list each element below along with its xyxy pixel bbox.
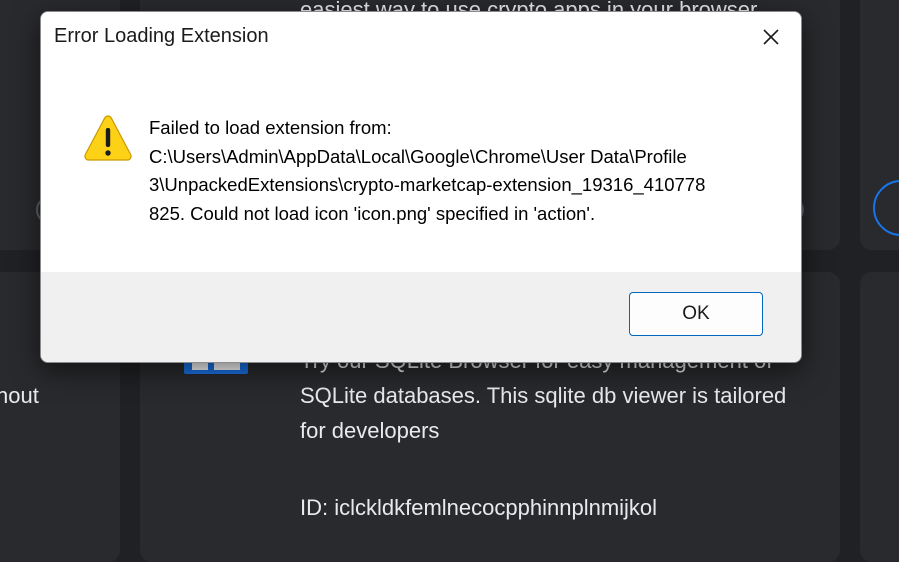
error-message-line: C:\Users\Admin\AppData\Local\Google\Chro… — [149, 145, 687, 167]
error-message-line: 825. Could not load icon 'icon.png' spec… — [149, 202, 596, 224]
extension-description-line: for developers — [300, 418, 440, 443]
dialog-titlebar: Error Loading Extension — [41, 12, 801, 62]
error-dialog: Error Loading Extension Failed to load e… — [40, 11, 802, 363]
error-message: Failed to load extension from: C:\Users\… — [149, 114, 769, 228]
dialog-body: Failed to load extension from: C:\Users\… — [41, 62, 801, 272]
ok-button[interactable]: OK — [629, 292, 763, 336]
extension-card-partial-right-lower — [860, 272, 899, 562]
warning-icon — [84, 115, 132, 161]
close-button[interactable] — [749, 20, 793, 54]
extension-description-line: SQLite databases. This sqlite db viewer … — [300, 383, 787, 408]
dialog-title: Error Loading Extension — [54, 25, 269, 47]
extension-id: ID: iclckldkfemlnecocpphinnplnmijkol — [300, 495, 658, 520]
dialog-footer: OK — [41, 272, 801, 362]
close-icon — [763, 29, 779, 45]
extension-description-fragment: hout — [0, 383, 39, 408]
error-message-line: Failed to load extension from: — [149, 117, 392, 138]
error-message-line: 3\UnpackedExtensions\crypto-marketcap-ex… — [149, 174, 706, 196]
